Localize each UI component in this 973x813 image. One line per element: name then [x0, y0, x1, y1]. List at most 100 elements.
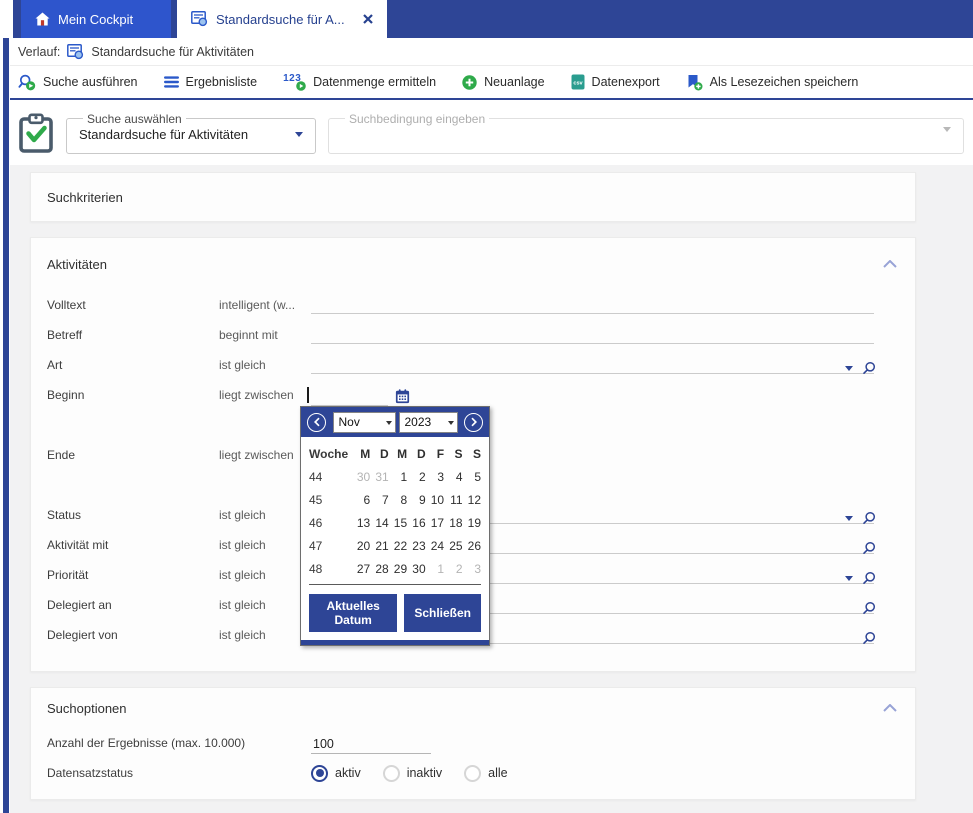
operator-label: ist gleich — [219, 508, 311, 522]
day-cell[interactable]: 2 — [407, 470, 425, 484]
record-status-label: Datensatzstatus — [47, 766, 311, 780]
day-header: M — [352, 447, 370, 461]
day-cell[interactable]: 7 — [370, 493, 388, 507]
day-cell[interactable]: 31 — [370, 470, 388, 484]
result-list-button[interactable]: Ergebnisliste — [164, 75, 258, 89]
day-cell[interactable]: 24 — [426, 539, 444, 553]
day-cell[interactable]: 14 — [370, 516, 388, 530]
date-picker-popup: Nov 2023 Woche M D M D F S S — [300, 406, 490, 646]
lookup-search-icon[interactable] — [862, 511, 876, 525]
save-bookmark-button[interactable]: Als Lesezeichen speichern — [686, 74, 859, 91]
day-cell[interactable]: 5 — [463, 470, 481, 484]
day-cell[interactable]: 28 — [370, 562, 388, 576]
day-cell[interactable]: 2 — [444, 562, 462, 576]
results-count-input[interactable]: 100 — [311, 732, 431, 754]
csv-file-icon: csv — [571, 74, 585, 90]
radio-alle[interactable]: alle — [464, 765, 507, 782]
next-month-button[interactable] — [464, 413, 483, 432]
betreff-input[interactable] — [311, 320, 874, 350]
action-toolbar: Suche ausführen Ergebnisliste 123 Datenm… — [10, 66, 973, 100]
month-select[interactable]: Nov — [333, 412, 396, 433]
calendar-week-row: 44 30 31 1 2 3 4 5 — [309, 465, 481, 488]
prev-month-button[interactable] — [307, 413, 326, 432]
day-cell[interactable]: 4 — [444, 470, 462, 484]
day-cell[interactable]: 9 — [407, 493, 425, 507]
day-header: M — [389, 447, 407, 461]
bookmark-plus-icon — [686, 74, 703, 91]
day-cell[interactable]: 29 — [389, 562, 407, 576]
operator-label: ist gleich — [219, 598, 311, 612]
close-calendar-button[interactable]: Schließen — [404, 594, 481, 632]
radio-aktiv[interactable]: aktiv — [311, 765, 361, 782]
chevron-down-icon — [386, 421, 392, 428]
day-cell[interactable]: 15 — [389, 516, 407, 530]
search-doc-icon — [191, 11, 208, 27]
day-cell[interactable]: 8 — [389, 493, 407, 507]
day-cell[interactable]: 3 — [426, 470, 444, 484]
day-cell[interactable]: 23 — [407, 539, 425, 553]
day-cell[interactable]: 16 — [407, 516, 425, 530]
volltext-input[interactable] — [311, 290, 874, 320]
day-cell[interactable]: 10 — [426, 493, 444, 507]
calendar-icon[interactable] — [395, 389, 410, 407]
radio-inaktiv[interactable]: inaktiv — [383, 765, 442, 782]
tab-standardsuche[interactable]: Standardsuche für A... — [177, 0, 387, 38]
week-number: 44 — [309, 470, 352, 484]
lookup-search-icon[interactable] — [862, 631, 876, 645]
day-cell[interactable]: 27 — [352, 562, 370, 576]
day-cell[interactable]: 17 — [426, 516, 444, 530]
operator-label: ist gleich — [219, 538, 311, 552]
data-export-button[interactable]: csv Datenexport — [571, 74, 660, 90]
chevron-down-icon[interactable] — [295, 132, 303, 137]
collapse-chevron-icon[interactable] — [883, 704, 897, 712]
day-cell[interactable]: 30 — [407, 562, 425, 576]
lookup-search-icon[interactable] — [862, 541, 876, 555]
new-record-button[interactable]: Neuanlage — [462, 75, 544, 90]
lookup-search-icon[interactable] — [862, 601, 876, 615]
day-cell[interactable]: 21 — [370, 539, 388, 553]
day-cell[interactable]: 20 — [352, 539, 370, 553]
search-select-dropdown[interactable]: Suche auswählen Standardsuche für Aktivi… — [66, 112, 316, 154]
day-cell[interactable]: 18 — [444, 516, 462, 530]
lookup-search-icon[interactable] — [862, 361, 876, 375]
day-cell[interactable]: 30 — [352, 470, 370, 484]
day-cell[interactable]: 3 — [463, 562, 481, 576]
chevron-down-icon[interactable] — [845, 516, 853, 521]
collapse-chevron-icon[interactable] — [883, 260, 897, 268]
art-input[interactable] — [311, 350, 874, 380]
day-cell[interactable]: 1 — [426, 562, 444, 576]
lookup-search-icon[interactable] — [862, 571, 876, 585]
radio-button-icon[interactable] — [383, 765, 400, 782]
input-underline — [311, 313, 874, 314]
day-cell[interactable]: 1 — [389, 470, 407, 484]
operator-label: liegt zwischen — [219, 440, 311, 462]
chevron-down-icon[interactable] — [845, 576, 853, 581]
history-label: Verlauf: — [18, 45, 60, 59]
year-select[interactable]: 2023 — [399, 412, 458, 433]
home-icon — [35, 12, 50, 26]
chevron-down-icon[interactable] — [845, 366, 853, 371]
section-title: Aktivitäten — [47, 257, 107, 272]
search-condition-input[interactable]: Suchbedingung eingeben — [328, 112, 964, 154]
day-cell[interactable]: 13 — [352, 516, 370, 530]
field-label: Volltext — [47, 298, 219, 312]
day-cell[interactable]: 11 — [444, 493, 462, 507]
day-cell[interactable]: 6 — [352, 493, 370, 507]
radio-button-icon[interactable] — [311, 765, 328, 782]
current-date-button[interactable]: Aktuelles Datum — [309, 594, 397, 632]
day-cell[interactable]: 22 — [389, 539, 407, 553]
tab-mein-cockpit[interactable]: Mein Cockpit — [21, 0, 171, 38]
calendar-grid: Woche M D M D F S S 44 30 31 1 2 3 4 5 4… — [301, 437, 489, 587]
day-header: S — [463, 447, 481, 461]
run-search-button[interactable]: Suche ausführen — [18, 74, 138, 91]
results-count-row: Anzahl der Ergebnisse (max. 10.000) 100 — [31, 728, 915, 758]
day-cell[interactable]: 19 — [463, 516, 481, 530]
count-records-button[interactable]: 123 Datenmenge ermitteln — [283, 74, 436, 90]
day-cell[interactable]: 12 — [463, 493, 481, 507]
day-cell[interactable]: 26 — [463, 539, 481, 553]
radio-button-icon[interactable] — [464, 765, 481, 782]
week-header: Woche — [309, 447, 352, 461]
day-cell[interactable]: 25 — [444, 539, 462, 553]
close-icon[interactable] — [363, 14, 373, 24]
history-item[interactable]: Standardsuche für Aktivitäten — [91, 45, 254, 59]
